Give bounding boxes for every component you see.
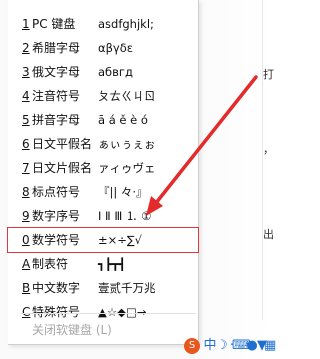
- menu-item-sample: αβγδε: [98, 41, 133, 55]
- menu-item-sample: ▲☆◆□→: [98, 305, 147, 319]
- menu-item-key: C: [22, 305, 31, 319]
- menu-item-key: 3: [22, 65, 30, 79]
- menu-item-number-ordinals[interactable]: 9 数字序号 Ⅰ Ⅱ Ⅲ ⒈ ①: [8, 204, 198, 228]
- menu-item-label: 注音符号: [32, 89, 81, 103]
- menu-item-key: 9: [22, 209, 30, 223]
- menu-item-sample: ┓┣┳┫: [98, 257, 126, 271]
- page-border: [262, 0, 263, 320]
- menu-item-label: PC 键盘: [32, 17, 76, 31]
- menu-item-hiragana[interactable]: 6 日文平假名 ぁぃぅぇぉ: [8, 132, 198, 156]
- menu-item-box-drawing[interactable]: A 制表符 ┓┣┳┫: [8, 252, 198, 276]
- menu-item-label: 标点符号: [32, 185, 81, 199]
- grid-icon[interactable]: ▦: [264, 338, 276, 354]
- menu-item-sample: Ⅰ Ⅱ Ⅲ ⒈ ①: [98, 209, 152, 223]
- menu-item-label: 制表符: [32, 257, 69, 271]
- menu-item-key: 4: [22, 89, 30, 103]
- menu-item-label: 数学符号: [32, 233, 81, 247]
- menu-item-key: 7: [22, 161, 30, 175]
- sogou-s-icon[interactable]: S: [184, 338, 200, 354]
- menu-item-label: 拼音字母: [32, 113, 81, 127]
- menu-item-label: 日文平假名: [32, 137, 93, 151]
- soft-keyboard-menu: 1 PC 键盘 asdfghjkl; 2 希腊字母 αβγδε 3 俄文字母 а…: [7, 0, 199, 345]
- menu-item-russian[interactable]: 3 俄文字母 абвгд: [8, 60, 198, 84]
- close-soft-keyboard-item: 关闭软键盘 (L): [32, 323, 112, 337]
- menu-item-key: 8: [22, 185, 30, 199]
- doc-edge-char: 打: [263, 68, 274, 81]
- menu-item-label: 日文片假名: [32, 161, 93, 175]
- menu-item-label: 中文数字: [32, 281, 81, 295]
- menu-item-pinyin[interactable]: 5 拼音字母 ā á ě è ó: [8, 108, 198, 132]
- menu-item-sample: ±×÷∑√: [98, 233, 142, 247]
- doc-edge-char: 出: [263, 228, 274, 241]
- menu-item-key: 5: [22, 113, 30, 127]
- screen: 打 ， 出 1 PC 键盘 asdfghjkl; 2 希腊字母 αβγδε 3 …: [0, 0, 276, 359]
- menu-item-pc-keyboard[interactable]: 1 PC 键盘 asdfghjkl;: [8, 12, 198, 36]
- menu-separator: [20, 313, 196, 314]
- menu-item-katakana[interactable]: 7 日文片假名 ァィゥヴェ: [8, 156, 198, 180]
- menu-item-math-symbols[interactable]: 0 数学符号 ±×÷∑√: [7, 227, 199, 253]
- menu-item-chinese-numerals[interactable]: B 中文数字 壹贰千万兆: [8, 276, 198, 300]
- menu-item-sample: абвгд: [98, 65, 133, 79]
- menu-item-label: 希腊字母: [32, 41, 81, 55]
- menu-item-label: 俄文字母: [32, 65, 81, 79]
- menu-item-key: 2: [22, 41, 30, 55]
- menu-item-key: A: [22, 257, 31, 271]
- menu-item-sample: ā á ě è ó: [98, 113, 148, 127]
- menu-item-key: 6: [22, 137, 30, 151]
- menu-item-sample: 壹贰千万兆: [98, 281, 156, 295]
- menu-item-label: 数字序号: [32, 209, 81, 223]
- ime-toolbar: S 中 ☽ · ⌨ ● ▼ ▦: [180, 335, 276, 359]
- menu-item-greek[interactable]: 2 希腊字母 αβγδε: [8, 36, 198, 60]
- doc-edge-char: ，: [263, 143, 274, 156]
- menu-item-sample: ㄆㄊㄍㄐㄖ: [98, 89, 156, 103]
- menu-item-key: B: [22, 281, 31, 295]
- menu-item-sample: ァィゥヴェ: [98, 161, 156, 175]
- menu-item-sample: ぁぃぅぇぉ: [98, 137, 156, 151]
- menu-item-key: 0: [22, 233, 30, 247]
- menu-item-sample: asdfghjkl;: [98, 17, 154, 31]
- menu-item-punctuation[interactable]: 8 标点符号 『|| 々·』: [8, 180, 198, 204]
- menu-item-zhuyin[interactable]: 4 注音符号 ㄆㄊㄍㄐㄖ: [8, 84, 198, 108]
- menu-item-key: 1: [22, 17, 30, 31]
- menu-item-sample: 『|| 々·』: [98, 185, 148, 199]
